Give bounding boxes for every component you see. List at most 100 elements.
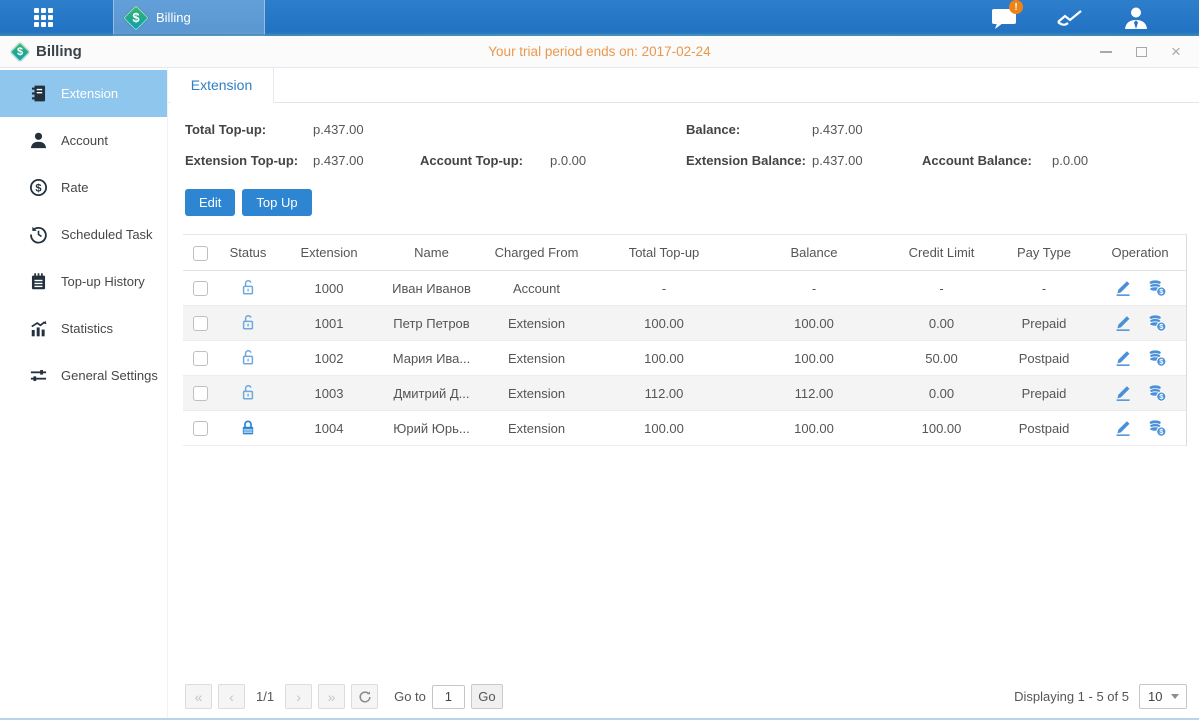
row-checkbox[interactable] — [193, 421, 208, 436]
sidebar-item-label: Account — [61, 133, 108, 148]
balance-cell: 100.00 — [739, 421, 889, 436]
sidebar-item-label: Statistics — [61, 321, 113, 336]
go-button[interactable]: Go — [471, 684, 503, 709]
goto-label: Go to — [394, 689, 426, 704]
total-topup-cell: 100.00 — [589, 421, 739, 436]
column-header-pay-type: Pay Type — [994, 245, 1094, 260]
topup-extension-button[interactable]: $ — [1147, 348, 1167, 368]
pay-type-cell: - — [994, 281, 1094, 296]
sidebar-item-label: Rate — [61, 180, 88, 195]
edit-button[interactable]: Edit — [185, 189, 235, 216]
sidebar-item-rate[interactable]: $ Rate — [0, 164, 167, 211]
tab-extension[interactable]: Extension — [170, 68, 274, 103]
sidebar-item-general-settings[interactable]: General Settings — [0, 352, 167, 399]
billing-app-tab-label: Billing — [156, 10, 191, 25]
account-topup-value: p.0.00 — [550, 153, 586, 168]
operation-cell: $ — [1094, 348, 1186, 368]
sidebar-item-statistics[interactable]: Statistics — [0, 305, 167, 352]
edit-extension-button[interactable] — [1113, 278, 1133, 298]
statistics-button[interactable] — [1055, 5, 1085, 31]
display-info: Displaying 1 - 5 of 5 10 — [1014, 684, 1187, 709]
status-cell — [217, 348, 279, 368]
name-cell: Дмитрий Д... — [379, 386, 484, 401]
sidebar: Extension Account $ Rate Scheduled TaskTop-u… — [0, 68, 168, 718]
balance-cell: 100.00 — [739, 351, 889, 366]
lock-open-icon — [238, 348, 258, 368]
column-header-charged-from: Charged From — [484, 245, 589, 260]
credit-limit-cell: 50.00 — [889, 351, 994, 366]
row-checkbox[interactable] — [193, 351, 208, 366]
chevron-down-icon — [1171, 694, 1179, 699]
extension-topup-value: p.437.00 — [313, 153, 420, 168]
billing-summary: Total Top-up: p.437.00 Extension Top-up:… — [185, 114, 1187, 176]
topup-extension-button[interactable]: $ — [1147, 313, 1167, 333]
column-header-extension: Extension — [279, 245, 379, 260]
topup-extension-button[interactable]: $ — [1147, 383, 1167, 403]
sidebar-item-top-up-history[interactable]: Top-up History — [0, 258, 167, 305]
row-checkbox[interactable] — [193, 281, 208, 296]
billing-diamond-icon: $ — [10, 42, 30, 62]
edit-extension-button[interactable] — [1113, 348, 1133, 368]
goto-page-input[interactable] — [432, 685, 465, 709]
prev-page-button[interactable]: ‹ — [218, 684, 245, 709]
lock-open-icon — [238, 313, 258, 333]
credit-limit-cell: 0.00 — [889, 386, 994, 401]
lock-open-icon — [238, 278, 258, 298]
last-page-button[interactable]: » — [318, 684, 345, 709]
pay-type-cell: Postpaid — [994, 351, 1094, 366]
total-topup-label: Total Top-up: — [185, 122, 313, 137]
sidebar-item-account[interactable]: Account — [0, 117, 167, 164]
table-row-extension-1002: 1002Мария Ива...Extension100.00100.0050.… — [183, 341, 1186, 376]
checkbox-cell — [183, 280, 217, 296]
edit-extension-button[interactable] — [1113, 383, 1133, 403]
row-checkbox[interactable] — [193, 316, 208, 331]
page-size-select[interactable]: 10 — [1139, 684, 1187, 709]
total-topup-cell: 100.00 — [589, 316, 739, 331]
edit-extension-button[interactable] — [1113, 313, 1133, 333]
user-button[interactable] — [1121, 5, 1151, 31]
edit-extension-button[interactable] — [1113, 418, 1133, 438]
row-checkbox[interactable] — [193, 386, 208, 401]
lock-closed-icon — [238, 418, 258, 438]
pay-type-cell: Postpaid — [994, 421, 1094, 436]
billing-app-tab[interactable]: $ Billing — [113, 0, 265, 36]
status-cell — [217, 383, 279, 403]
toolbar: Edit Top Up — [185, 189, 1187, 216]
refresh-button[interactable] — [351, 684, 378, 709]
messages-button[interactable]: ! — [989, 5, 1019, 31]
rate-icon: $ — [29, 178, 48, 197]
minimize-button[interactable] — [1099, 45, 1113, 59]
apps-grid-icon[interactable] — [34, 8, 54, 28]
displaying-text: Displaying 1 - 5 of 5 — [1014, 689, 1129, 704]
select-all-checkbox[interactable] — [193, 246, 208, 261]
sidebar-item-extension[interactable]: Extension — [0, 70, 167, 117]
app-shell: Extension Account $ Rate Scheduled TaskTop-u… — [0, 68, 1199, 718]
topup-button[interactable]: Top Up — [242, 189, 311, 216]
next-page-button[interactable]: › — [285, 684, 312, 709]
sidebar-item-label: General Settings — [61, 368, 158, 383]
maximize-icon — [1136, 47, 1147, 57]
refresh-icon — [358, 690, 372, 704]
close-button[interactable]: × — [1169, 45, 1183, 59]
extension-balance-label: Extension Balance: — [686, 153, 812, 168]
extension-cell: 1001 — [279, 316, 379, 331]
main-content: Extension Total Top-up: p.437.00 Extensi… — [168, 68, 1199, 718]
tab-strip: Extension — [168, 68, 1199, 103]
sidebar-item-scheduled-task[interactable]: Scheduled Task — [0, 211, 167, 258]
summary-left: Total Top-up: p.437.00 Extension Top-up:… — [185, 114, 686, 176]
topbar-right-icons: ! — [989, 5, 1151, 31]
first-page-button[interactable]: « — [185, 684, 212, 709]
user-icon — [1123, 6, 1149, 30]
column-header-status: Status — [217, 245, 279, 260]
window-title: $ Billing — [10, 42, 82, 62]
maximize-button[interactable] — [1134, 45, 1148, 59]
page-indicator: 1/1 — [256, 689, 274, 704]
trial-notice: Your trial period ends on: 2017-02-24 — [0, 44, 1199, 59]
topup-extension-button[interactable]: $ — [1147, 418, 1167, 438]
topup-extension-button[interactable]: $ — [1147, 278, 1167, 298]
operation-cell: $ — [1094, 278, 1186, 298]
account-balance-value: p.0.00 — [1052, 153, 1088, 168]
total-topup-cell: 112.00 — [589, 386, 739, 401]
lock-open-icon — [238, 383, 258, 403]
extension-cell: 1003 — [279, 386, 379, 401]
